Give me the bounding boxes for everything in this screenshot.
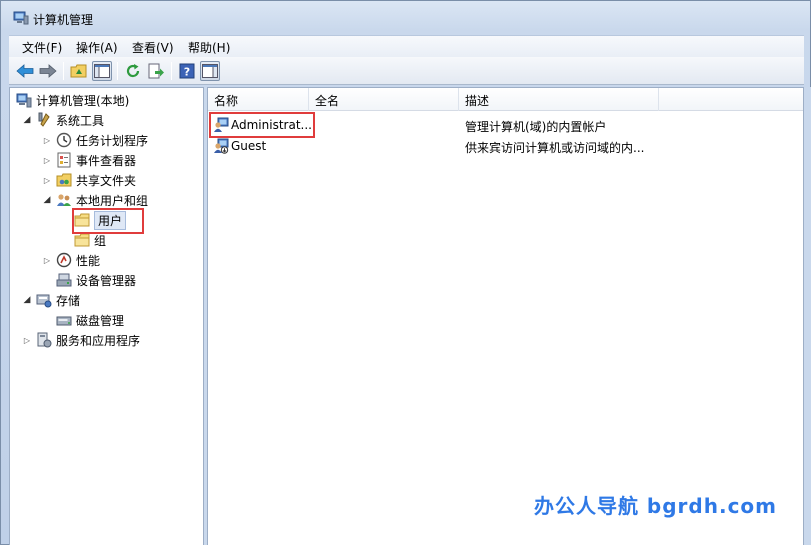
forward-icon[interactable] [38, 61, 58, 81]
cell-name: Guest [231, 139, 267, 153]
up-folder-icon[interactable] [69, 61, 89, 81]
cell-description: 管理计算机(域)的内置帐户 [465, 120, 607, 134]
expand-open-icon[interactable]: ◢ [22, 115, 32, 125]
tree-item-event-viewer[interactable]: ▷ 事件查看器 [42, 151, 136, 169]
menu-bar: 文件(F) 操作(A) 查看(V) 帮助(H) [9, 35, 804, 57]
storage-icon [36, 292, 52, 308]
computer-management-icon [16, 92, 32, 108]
tree-item-performance[interactable]: ▷ 性能 [42, 251, 100, 269]
event-viewer-icon [56, 152, 72, 168]
expand-open-icon[interactable]: ◢ [22, 295, 32, 305]
window-title: 计算机管理 [33, 13, 94, 27]
tree-label: 设备管理器 [76, 273, 137, 288]
column-divider[interactable] [308, 88, 309, 111]
expand-closed-icon[interactable]: ▷ [42, 155, 52, 165]
annotation-highlight-administrator [209, 112, 315, 138]
window-right-frame [804, 87, 811, 545]
show-hide-tree-icon[interactable] [92, 61, 112, 81]
menu-view[interactable]: 查看(V) [132, 39, 174, 56]
tree-label: 存储 [56, 293, 81, 308]
title-bar[interactable]: 计算机管理 [1, 1, 810, 35]
user-disabled-icon [213, 138, 229, 154]
tree-label: 共享文件夹 [76, 173, 137, 188]
expand-closed-icon[interactable]: ▷ [22, 335, 32, 345]
toolbar-separator [117, 62, 118, 80]
folder-icon [74, 232, 90, 248]
computer-management-icon [13, 11, 29, 25]
toolbar-separator [63, 62, 64, 80]
console-tree[interactable]: 计算机管理(本地) ◢ 系统工具 ▷ 任务计划程序 ▷ 事件查看器 ▷ 共享文件… [9, 87, 204, 545]
menu-help[interactable]: 帮助(H) [188, 39, 230, 56]
tree-item-disk-management[interactable]: 磁盘管理 [56, 311, 124, 329]
expand-closed-icon[interactable]: ▷ [42, 175, 52, 185]
tree-label: 性能 [76, 253, 101, 268]
column-header-description[interactable]: 描述 [465, 92, 489, 109]
disk-management-icon [56, 312, 72, 328]
tree-label: 任务计划程序 [76, 133, 149, 148]
tree-label: 服务和应用程序 [56, 333, 141, 348]
toolbar-separator [171, 62, 172, 80]
tree-item-local-users-groups[interactable]: ◢ 本地用户和组 [42, 191, 148, 209]
device-manager-icon [56, 272, 72, 288]
tree-label: 事件查看器 [76, 153, 137, 168]
expand-open-icon[interactable]: ◢ [42, 195, 52, 205]
tree-item-system-tools[interactable]: ◢ 系统工具 [22, 111, 104, 129]
tree-label: 计算机管理(本地) [36, 93, 130, 108]
help-icon[interactable]: ? [177, 61, 197, 81]
show-hide-action-pane-icon[interactable] [200, 61, 220, 81]
expand-closed-icon[interactable]: ▷ [42, 255, 52, 265]
tree-item-shared-folders[interactable]: ▷ 共享文件夹 [42, 171, 136, 189]
back-icon[interactable] [15, 61, 35, 81]
menu-file[interactable]: 文件(F) [22, 39, 62, 56]
system-tools-icon [36, 112, 52, 128]
column-divider[interactable] [658, 88, 659, 111]
tree-label: 本地用户和组 [76, 193, 149, 208]
tree-item-computer-management[interactable]: 计算机管理(本地) [16, 91, 129, 109]
task-scheduler-icon [56, 132, 72, 148]
export-list-icon[interactable] [146, 61, 166, 81]
performance-icon [56, 252, 72, 268]
tree-item-task-scheduler[interactable]: ▷ 任务计划程序 [42, 131, 148, 149]
column-header-fullname[interactable]: 全名 [315, 92, 339, 109]
services-apps-icon [36, 332, 52, 348]
column-header-name[interactable]: 名称 [214, 92, 238, 109]
tree-label: 组 [94, 233, 107, 248]
details-list[interactable]: 名称 全名 描述 Administrat... 管理计算机(域)的内置帐户 Gu… [207, 87, 804, 545]
tree-item-storage[interactable]: ◢ 存储 [22, 291, 80, 309]
watermark: 办公人导航 bgrdh.com [533, 494, 777, 518]
toolbar: ? [9, 57, 804, 85]
menu-action[interactable]: 操作(A) [76, 39, 118, 56]
refresh-icon[interactable] [123, 61, 143, 81]
column-divider[interactable] [458, 88, 459, 111]
annotation-highlight-users [72, 208, 144, 234]
tree-label: 系统工具 [56, 113, 105, 128]
shared-folders-icon [56, 172, 72, 188]
computer-management-window: 计算机管理 文件(F) 操作(A) 查看(V) 帮助(H) ? 计算机管理(本地… [0, 0, 811, 545]
tree-label: 磁盘管理 [76, 313, 125, 328]
list-header: 名称 全名 描述 [208, 88, 803, 111]
tree-item-device-manager[interactable]: 设备管理器 [56, 271, 136, 289]
expand-closed-icon[interactable]: ▷ [42, 135, 52, 145]
tree-item-services-apps[interactable]: ▷ 服务和应用程序 [22, 331, 140, 349]
svg-text:?: ? [184, 66, 190, 79]
local-users-groups-icon [56, 192, 72, 208]
table-row[interactable]: Guest 供来宾访问计算机或访问域的内... [208, 136, 803, 156]
cell-description: 供来宾访问计算机或访问域的内... [465, 141, 645, 155]
